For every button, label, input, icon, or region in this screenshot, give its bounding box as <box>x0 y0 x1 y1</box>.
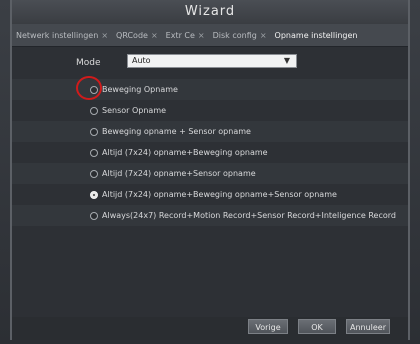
tab-extr-ce[interactable]: Extr Ce × <box>162 31 209 40</box>
radio-always-intelligence[interactable] <box>90 212 98 220</box>
wizard-tabs: Netwerk instellingen × QRCode × Extr Ce × D… <box>12 24 408 47</box>
window-title: Wizard <box>12 0 408 24</box>
option-row[interactable] <box>12 79 408 100</box>
tab-close-icon[interactable]: × <box>260 31 267 40</box>
option-label: Sensor Opname <box>102 106 167 115</box>
tab-close-icon[interactable]: × <box>151 31 158 40</box>
radio-altijd-beweging-sensor[interactable] <box>90 191 98 199</box>
radio-beweging-sensor[interactable] <box>90 128 98 136</box>
tab-close-icon[interactable]: × <box>101 31 108 40</box>
wizard-window: Wizard Netwerk instellingen × QRCode × Ext… <box>10 0 410 340</box>
option-label: Beweging opname + Sensor opname <box>102 127 251 136</box>
tab-qrcode[interactable]: QRCode × <box>112 31 162 40</box>
option-label: Altijd (7x24) opname+Sensor opname <box>102 169 256 178</box>
tab-opname-instellingen[interactable]: Opname instellingen <box>271 31 362 40</box>
radio-altijd-beweging[interactable] <box>90 149 98 157</box>
option-label: Beweging Opname <box>102 85 178 94</box>
tab-close-icon[interactable]: × <box>198 31 205 40</box>
recording-settings-panel: Mode Auto ▼ Beweging Opname Sensor Opnam… <box>12 47 408 317</box>
highlight-annotation-circle <box>76 76 102 100</box>
tab-disk-config[interactable]: Disk config × <box>209 31 271 40</box>
ok-button[interactable]: OK <box>298 319 336 334</box>
option-label: Altijd (7x24) opname+Beweging opname+Sen… <box>102 190 337 199</box>
radio-altijd-sensor[interactable] <box>90 170 98 178</box>
radio-sensor-opname[interactable] <box>90 107 98 115</box>
option-label: Altijd (7x24) opname+Beweging opname <box>102 148 268 157</box>
previous-button[interactable]: Vorige <box>248 319 288 334</box>
mode-label: Mode <box>76 58 101 68</box>
mode-select[interactable]: Auto ▼ <box>127 54 297 68</box>
monitor-frame: Wizard Netwerk instellingen × QRCode × Ext… <box>0 0 420 344</box>
tab-netwerk-instellingen[interactable]: Netwerk instellingen × <box>12 31 112 40</box>
mode-value: Auto <box>132 56 151 65</box>
option-label: Always(24x7) Record+Motion Record+Sensor… <box>102 211 396 220</box>
option-row[interactable] <box>12 100 408 121</box>
cancel-button[interactable]: Annuleer <box>346 319 390 334</box>
chevron-down-icon: ▼ <box>283 56 290 65</box>
